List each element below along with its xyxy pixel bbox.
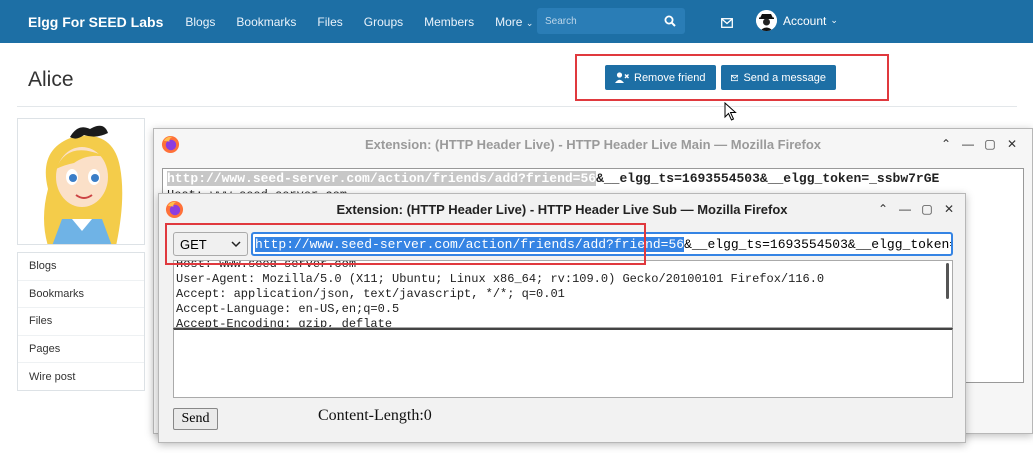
owner-menu-bookmarks[interactable]: Bookmarks bbox=[18, 281, 144, 309]
nav-blogs[interactable]: Blogs bbox=[185, 15, 215, 29]
main-request-url[interactable]: http://www.seed-server.com/action/friend… bbox=[167, 171, 939, 186]
chevron-down-icon: ⌄ bbox=[830, 15, 838, 25]
restore-icon[interactable]: ▢ bbox=[979, 137, 1001, 151]
sub-window-titlebar[interactable]: Extension: (HTTP Header Live) - HTTP Hea… bbox=[159, 194, 965, 224]
content-length-label: Content-Length:0 bbox=[318, 407, 432, 424]
minimize-icon[interactable]: — bbox=[957, 137, 979, 151]
remove-friend-button[interactable]: Remove friend bbox=[605, 65, 716, 90]
main-window-title: Extension: (HTTP Header Live) - HTTP Hea… bbox=[364, 136, 822, 152]
account-menu[interactable]: Account ⌄ bbox=[756, 10, 838, 31]
user-remove-icon bbox=[615, 72, 629, 83]
search-input[interactable] bbox=[537, 15, 655, 27]
maximize-up-icon[interactable]: ⌃ bbox=[935, 137, 957, 151]
profile-avatar bbox=[17, 118, 145, 245]
send-message-button[interactable]: Send a message bbox=[721, 65, 836, 90]
owner-menu-blogs[interactable]: Blogs bbox=[18, 253, 144, 281]
header-line: User-Agent: Mozilla/5.0 (X11; Ubuntu; Li… bbox=[176, 272, 825, 286]
remove-friend-label: Remove friend bbox=[634, 71, 706, 84]
user-avatar-icon bbox=[756, 10, 777, 31]
site-nav: Blogs Bookmarks Files Groups Members Mor… bbox=[185, 15, 554, 29]
chevron-down-icon: ⌄ bbox=[525, 17, 534, 28]
firefox-icon bbox=[161, 135, 180, 154]
maximize-up-icon[interactable]: ⌃ bbox=[872, 202, 894, 216]
nav-files[interactable]: Files bbox=[317, 15, 342, 29]
browser-viewport: Elgg For SEED Labs Blogs Bookmarks Files… bbox=[0, 0, 1033, 453]
close-icon[interactable]: ✕ bbox=[1001, 137, 1023, 151]
account-label: Account bbox=[783, 13, 827, 28]
nav-bookmarks[interactable]: Bookmarks bbox=[236, 15, 296, 29]
owner-menu-pages[interactable]: Pages bbox=[18, 336, 144, 364]
profile-owner-menu: Blogs Bookmarks Files Pages Wire post bbox=[17, 252, 145, 391]
envelope-icon bbox=[731, 74, 739, 81]
search-icon[interactable] bbox=[664, 14, 676, 32]
header-line: Accept: application/json, text/javascrip… bbox=[176, 287, 565, 301]
owner-menu-files[interactable]: Files bbox=[18, 308, 144, 336]
nav-more[interactable]: More ⌄ bbox=[495, 15, 533, 29]
owner-menu-wire-post[interactable]: Wire post bbox=[18, 363, 144, 391]
highlight-annotation bbox=[165, 223, 646, 265]
nav-more-label: More bbox=[495, 14, 523, 29]
nav-members[interactable]: Members bbox=[424, 15, 474, 29]
send-message-label: Send a message bbox=[743, 71, 826, 84]
header-line: Accept-Encoding: gzip, deflate bbox=[176, 317, 393, 328]
main-window-controls: ⌃ — ▢ ✕ bbox=[935, 129, 1023, 159]
main-window-titlebar[interactable]: Extension: (HTTP Header Live) - HTTP Hea… bbox=[154, 129, 1032, 159]
search-box bbox=[537, 8, 685, 34]
nav-groups[interactable]: Groups bbox=[364, 15, 403, 29]
sub-window-title: Extension: (HTTP Header Live) - HTTP Hea… bbox=[336, 201, 788, 217]
firefox-icon bbox=[165, 200, 184, 219]
send-button[interactable]: Send bbox=[173, 408, 218, 430]
sub-window-controls: ⌃ — ▢ ✕ bbox=[872, 194, 960, 224]
page-title: Alice bbox=[28, 68, 74, 91]
restore-icon[interactable]: ▢ bbox=[916, 202, 938, 216]
request-headers-textarea[interactable]: Host: www.seed-server.com User-Agent: Mo… bbox=[173, 260, 953, 328]
main-url-rest: &__elgg_ts=1693554503&__elgg_token=_ssbw… bbox=[596, 171, 940, 186]
site-brand[interactable]: Elgg For SEED Labs bbox=[28, 14, 163, 30]
envelope-icon[interactable] bbox=[721, 15, 733, 33]
main-url-highlight: http://www.seed-server.com/action/friend… bbox=[167, 171, 597, 186]
mouse-cursor-icon bbox=[724, 102, 737, 121]
minimize-icon[interactable]: — bbox=[894, 202, 916, 216]
site-topbar: Elgg For SEED Labs Blogs Bookmarks Files… bbox=[0, 0, 1033, 43]
divider bbox=[17, 106, 1017, 107]
header-line: Accept-Language: en-US,en;q=0.5 bbox=[176, 302, 400, 316]
close-icon[interactable]: ✕ bbox=[938, 202, 960, 216]
headers-scrollbar[interactable] bbox=[946, 263, 949, 299]
url-rest-text: &__elgg_ts=1693554503&__elgg_token=_ssbw bbox=[684, 236, 951, 252]
request-body-textarea[interactable] bbox=[173, 328, 953, 398]
